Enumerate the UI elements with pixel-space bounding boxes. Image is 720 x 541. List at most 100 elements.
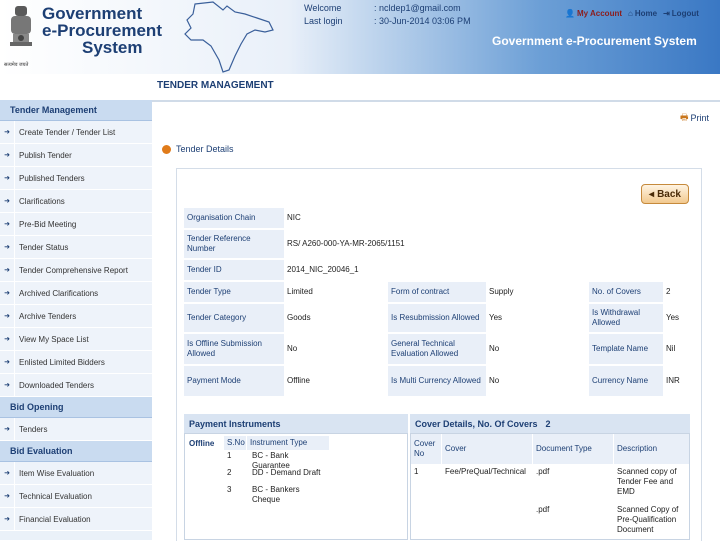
print-label: Print — [690, 113, 710, 123]
lastlogin-label: Last login — [304, 16, 343, 26]
arrow-right-icon: ➜ — [4, 470, 10, 477]
cover-row-doctype: .pdf — [536, 505, 550, 514]
sidebar-item-label: Published Tenders — [14, 167, 85, 189]
col-cover: Cover — [442, 434, 532, 464]
arrow-right-icon: ➜ — [4, 313, 10, 320]
my-account-label: My Account — [576, 9, 623, 18]
cover-row-doctype: .pdf — [536, 467, 550, 476]
back-label: Back — [657, 188, 681, 200]
cover-count: 2 — [545, 418, 551, 429]
sidebar-item[interactable]: ➜ Technical Evaluation — [0, 485, 152, 508]
sidebar: Tender Management ➜ Create Tender / Tender… — [0, 100, 152, 540]
national-emblem-icon — [10, 6, 32, 46]
sidebar-item[interactable]: ➜ Tender Comprehensive Report — [0, 259, 152, 282]
user-icon: 👤 — [565, 9, 575, 18]
resubmission-label: Is Resubmission Allowed — [388, 304, 486, 332]
arrow-right-icon: ➜ — [4, 244, 10, 251]
tender-details-label: Tender Details — [176, 144, 234, 154]
emblem-caption: सत्यमेव जयते — [4, 62, 29, 68]
payment-row-type: BC - Bankers Cheque — [252, 485, 300, 504]
sidebar-item[interactable]: ➜ Item Wise Evaluation — [0, 462, 152, 485]
logout-label: Logout — [671, 9, 699, 18]
org-chain-label: Organisation Chain — [184, 208, 284, 228]
sidebar-item-label: Item Wise Evaluation — [14, 462, 94, 484]
sidebar-item[interactable]: ➜ Published Tenders — [0, 167, 152, 190]
sidebar-section-heading[interactable]: Bid Evaluation — [0, 441, 152, 462]
sidebar-item[interactable]: ➜ View My Space List — [0, 328, 152, 351]
cover-row-desc: Scanned copy of Tender Fee and EMD — [617, 467, 677, 496]
my-account-link[interactable]: 👤 My Account — [565, 9, 622, 18]
cover-details-title: Cover Details, No. Of Covers — [415, 418, 538, 429]
sidebar-item[interactable]: ➜ Pre-Bid Meeting — [0, 213, 152, 236]
sidebar-item[interactable]: ➜ Archive Tenders — [0, 305, 152, 328]
arrow-right-icon: ➜ — [4, 129, 10, 136]
sidebar-item[interactable]: ➜ Tender Status — [0, 236, 152, 259]
header-banner: Government e-Procurement System — [492, 34, 697, 48]
resubmission-value: Yes — [489, 313, 503, 322]
sidebar-item-label: Financial Evaluation — [14, 508, 91, 530]
col-description: Description — [614, 434, 689, 464]
lastlogin-value: : 30-Jun-2014 03:06 PM — [374, 16, 471, 26]
home-icon: ⌂ — [628, 9, 633, 18]
print-button[interactable]: 🖶 Print — [680, 110, 709, 126]
sidebar-item-label: Technical Evaluation — [14, 485, 92, 507]
payment-row-sno: 2 — [227, 468, 232, 477]
payment-row-sno: 3 — [227, 485, 232, 494]
logout-icon: ⇥ — [663, 9, 670, 18]
tender-type-label: Tender Type — [184, 282, 284, 302]
printer-icon: 🖶 — [680, 112, 689, 122]
payment-mode-value: Offline — [287, 376, 310, 385]
sidebar-section-heading[interactable]: Tender Management — [0, 100, 152, 121]
sidebar-section-heading[interactable]: Bid Opening — [0, 397, 152, 418]
sidebar-item-label: View My Space List — [14, 328, 89, 350]
sidebar-item-label: Downloaded Tenders — [14, 374, 94, 396]
payment-mode-label: Payment Mode — [184, 366, 284, 396]
header-bar: सत्यमेव जयते Government e-Procurement Sy… — [0, 0, 720, 74]
sidebar-item[interactable]: ➜ Enlisted Limited Bidders — [0, 351, 152, 374]
site-logo[interactable]: Government e-Procurement System — [42, 5, 162, 56]
currency-value: INR — [666, 376, 680, 385]
tender-id-value: 2014_NIC_20046_1 — [287, 265, 359, 274]
welcome-value: : ncldep1@gmail.com — [374, 3, 461, 13]
sidebar-item[interactable]: ➜ Archived Clarifications — [0, 282, 152, 305]
no-covers-value: 2 — [666, 287, 671, 296]
sidebar-item-label: Tender Comprehensive Report — [14, 259, 128, 281]
col-sno: S.No — [224, 436, 246, 450]
currency-label: Currency Name — [589, 366, 663, 396]
tender-details-heading: Tender Details — [162, 144, 234, 154]
general-tech-value: No — [489, 344, 500, 353]
header-links: 👤 My Account ⌂ Home ⇥ Logout — [565, 9, 699, 18]
general-tech-label: General Technical Evaluation Allowed — [388, 334, 486, 364]
arrow-right-icon: ➜ — [4, 267, 10, 274]
section-title: TENDER MANAGEMENT — [157, 80, 274, 91]
tender-ref-value: RS/ A260-000-YA-MR-2065/1151 — [287, 239, 405, 248]
no-covers-label: No. of Covers — [589, 282, 663, 302]
sidebar-item[interactable]: ➜ Downloaded Tenders — [0, 374, 152, 397]
back-button[interactable]: ◂ Back — [641, 184, 689, 204]
arrow-right-icon: ➜ — [4, 221, 10, 228]
sidebar-item-label: Clarifications — [14, 190, 65, 212]
arrow-right-icon: ➜ — [4, 516, 10, 523]
logout-link[interactable]: ⇥ Logout — [663, 9, 699, 18]
multi-currency-label: Is Multi Currency Allowed — [388, 366, 486, 396]
arrow-right-icon: ➜ — [4, 152, 10, 159]
withdrawal-label: Is Withdrawal Allowed — [589, 304, 663, 332]
cover-row-cover: Fee/PreQual/Technical — [445, 467, 526, 476]
multi-currency-value: No — [489, 376, 500, 385]
col-cover-no: Cover No — [411, 434, 441, 464]
sidebar-item[interactable]: ➜ Create Tender / Tender List — [0, 121, 152, 144]
sidebar-item[interactable]: ➜ Publish Tender — [0, 144, 152, 167]
tender-type-value: Limited — [287, 287, 313, 296]
sidebar-item[interactable]: ➜ Financial Evaluation — [0, 508, 152, 531]
home-link[interactable]: ⌂ Home — [628, 9, 657, 18]
sidebar-item[interactable]: ➜ Clarifications — [0, 190, 152, 213]
withdrawal-value: Yes — [666, 313, 680, 322]
arrow-right-icon: ➜ — [4, 426, 10, 433]
cover-details-heading: Cover Details, No. Of Covers 2 — [410, 414, 690, 433]
sidebar-item[interactable]: ➜ Tenders — [0, 418, 152, 441]
form-contract-label: Form of contract — [388, 282, 486, 302]
tender-category-label: Tender Category — [184, 304, 284, 332]
sidebar-item-label: Create Tender / Tender List — [14, 121, 115, 143]
org-chain-value: NIC — [287, 213, 301, 222]
sidebar-item-label: Archive Tenders — [14, 305, 76, 327]
